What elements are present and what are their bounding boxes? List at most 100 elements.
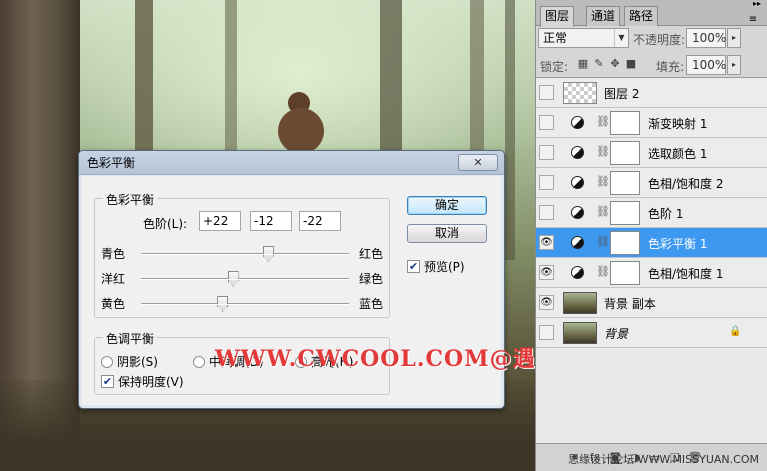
eye-icon[interactable]: 👁 — [539, 235, 554, 250]
chain-link-icon[interactable]: ⛓ — [596, 235, 610, 248]
eye-icon[interactable]: 👁 — [539, 295, 554, 310]
chevron-down-icon: ▼ — [614, 29, 628, 47]
layer-mask-thumbnail[interactable] — [610, 261, 640, 285]
chain-link-icon[interactable]: ⛓ — [596, 205, 610, 218]
layer-name: 图层 2 — [604, 87, 640, 101]
layer-name: 色彩平衡 1 — [648, 237, 708, 251]
slider-left-label: 洋红 — [101, 272, 126, 286]
lock-position-icon[interactable]: ✥ — [608, 57, 622, 71]
level-input-1[interactable]: +22 — [199, 211, 241, 231]
eye-icon[interactable] — [539, 145, 554, 160]
cancel-button[interactable]: 取消 — [407, 224, 487, 243]
group-legend: 色彩平衡 — [103, 191, 158, 208]
adjustment-icon — [571, 206, 584, 219]
slider-track[interactable] — [141, 271, 349, 287]
fill-label: 填充: — [656, 60, 685, 74]
opacity-input[interactable]: 100% — [686, 28, 726, 48]
layers-list: 图层 2 ⛓ 渐变映射 1 ⛓ 选取颜色 1 ⛓ 色相/饱和度 2 ⛓ 色阶 1 👁 ⛓ 色彩平衡 1… — [536, 77, 767, 443]
layer-mask-thumbnail[interactable] — [610, 201, 640, 225]
collapse-icon[interactable]: ▸▸ — [753, 0, 761, 8]
dialog-title: 色彩平衡 — [79, 151, 504, 175]
level-input-2[interactable]: -12 — [250, 211, 292, 231]
slider-thumb[interactable] — [227, 271, 239, 287]
slider-track[interactable] — [141, 246, 349, 262]
layer-thumbnail[interactable] — [563, 292, 597, 314]
opacity-label: 不透明度: — [633, 33, 686, 47]
layer-row[interactable]: 图层 2 — [536, 78, 767, 108]
layer-mask-thumbnail[interactable] — [610, 171, 640, 195]
layer-row[interactable]: ⛓ 渐变映射 1 — [536, 108, 767, 138]
layer-row[interactable]: ⛓ 色相/饱和度 2 — [536, 168, 767, 198]
blend-row: 正常 ▼ 不透明度: 100% ▸ — [536, 27, 767, 53]
watermark-text: WWW.CWCOOL.COM@遇 — [215, 346, 536, 372]
layer-mask-thumbnail[interactable] — [610, 231, 640, 255]
tab-channels[interactable]: 通道 — [586, 6, 621, 26]
adjustment-icon — [571, 266, 584, 279]
tab-paths[interactable]: 路径 — [624, 6, 659, 26]
checkbox-label: 保持明度(V) — [118, 375, 184, 389]
layer-name: 色相/饱和度 1 — [648, 267, 724, 281]
checkbox-box[interactable]: ✔ — [101, 375, 114, 388]
layer-mask-thumbnail[interactable] — [610, 111, 640, 135]
layer-thumbnail[interactable] — [563, 82, 597, 104]
opacity-arrow-icon[interactable]: ▸ — [727, 28, 741, 48]
layer-name: 选取颜色 1 — [648, 147, 708, 161]
eye-icon[interactable] — [539, 175, 554, 190]
preserve-luminosity-checkbox[interactable]: ✔ 保持明度(V) — [101, 373, 184, 390]
adjustment-icon — [571, 116, 584, 129]
layer-name: 渐变映射 1 — [648, 117, 708, 131]
blend-mode-select[interactable]: 正常 ▼ — [538, 28, 629, 48]
slider-left-label: 青色 — [101, 247, 126, 261]
fill-input[interactable]: 100% — [686, 55, 726, 75]
layer-row[interactable]: 👁 ⛓ 色相/饱和度 1 — [536, 258, 767, 288]
radio-dot[interactable] — [193, 355, 205, 368]
eye-icon[interactable] — [539, 205, 554, 220]
layer-row[interactable]: ⛓ 选取颜色 1 — [536, 138, 767, 168]
eye-icon[interactable] — [539, 115, 554, 130]
layer-row[interactable]: 👁 背景 副本 — [536, 288, 767, 318]
chain-link-icon[interactable]: ⛓ — [596, 145, 610, 158]
lock-all-icon[interactable]: ■ — [624, 57, 638, 71]
adjustment-icon — [571, 236, 584, 249]
layers-panel: 图层 通道 路径 ▸▸ ≡ 正常 ▼ 不透明度: 100% ▸ 锁定: ▦ ✎ … — [535, 0, 767, 471]
levels-label: 色阶(L): — [143, 217, 188, 231]
chain-link-icon[interactable]: ⛓ — [596, 115, 610, 128]
lock-row: 锁定: ▦ ✎ ✥ ■ 填充: 100% ▸ — [536, 52, 767, 78]
eye-icon[interactable] — [539, 85, 554, 100]
layer-row[interactable]: 👁 ⛓ 色彩平衡 1 — [536, 228, 767, 258]
chain-link-icon[interactable]: ⛓ — [596, 265, 610, 278]
tab-layers[interactable]: 图层 — [540, 6, 575, 27]
slider-cyan-red: 青色 红色 — [101, 244, 383, 262]
layer-name: 背景 副本 — [604, 297, 656, 311]
layer-row[interactable]: 背景 🔒 — [536, 318, 767, 348]
color-balance-group: 色彩平衡 色阶(L): +22 -12 -22 青色 红色 洋红 绿色 黄色 蓝… — [94, 191, 390, 318]
adjustment-icon — [571, 176, 584, 189]
layer-row[interactable]: ⛓ 色阶 1 — [536, 198, 767, 228]
lock-transparency-icon[interactable]: ▦ — [576, 57, 590, 71]
panel-menu-icon[interactable]: ≡ — [745, 12, 761, 28]
slider-track[interactable] — [141, 296, 349, 312]
preview-checkbox[interactable]: ✔ 预览(P) — [407, 258, 465, 275]
slider-thumb[interactable] — [217, 296, 229, 312]
checkbox-label: 预览(P) — [424, 260, 465, 274]
lock-pixels-icon[interactable]: ✎ — [592, 57, 606, 71]
radio-label: 阴影(S) — [117, 355, 158, 369]
layer-name: 色阶 1 — [648, 207, 684, 221]
radio-shadows[interactable]: 阴影(S) — [101, 353, 158, 370]
eye-icon[interactable]: 👁 — [539, 265, 554, 280]
lock-icon: 🔒 — [729, 326, 742, 337]
tree-trunk — [505, 0, 515, 260]
chain-link-icon[interactable]: ⛓ — [596, 175, 610, 188]
blend-mode-value: 正常 — [543, 31, 568, 45]
ok-button[interactable]: 确定 — [407, 196, 487, 215]
layer-mask-thumbnail[interactable] — [610, 141, 640, 165]
layer-thumbnail[interactable] — [563, 322, 597, 344]
panel-bottom-bar: ⚭ fx ◙ ◑ ▭ ❏ 🗑 思缘设计论坛 WWW.MISSYUAN.COM — [536, 443, 767, 471]
slider-thumb[interactable] — [262, 246, 274, 262]
checkbox-box[interactable]: ✔ — [407, 260, 420, 273]
radio-dot[interactable] — [101, 355, 113, 368]
eye-icon[interactable] — [539, 325, 554, 340]
close-button[interactable]: ✕ — [458, 154, 498, 171]
level-input-3[interactable]: -22 — [299, 211, 341, 231]
fill-arrow-icon[interactable]: ▸ — [727, 55, 741, 75]
